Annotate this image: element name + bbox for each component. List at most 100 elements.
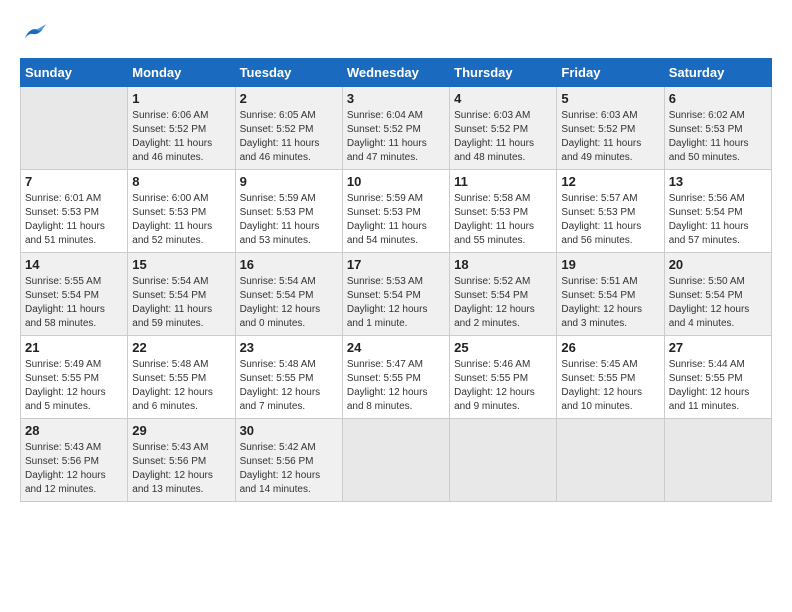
day-number: 7 — [25, 174, 123, 189]
weekday-header: Monday — [128, 59, 235, 87]
logo-icon — [20, 20, 48, 48]
day-number: 27 — [669, 340, 767, 355]
page-header — [20, 20, 772, 48]
day-info: Sunrise: 5:48 AM Sunset: 5:55 PM Dayligh… — [240, 358, 338, 414]
calendar-day-cell: 14 Sunrise: 5:55 AM Sunset: 5:54 PM Dayli… — [21, 253, 128, 336]
day-number: 12 — [561, 174, 659, 189]
day-info: Sunrise: 5:54 AM Sunset: 5:54 PM Dayligh… — [240, 275, 338, 331]
weekday-header: Friday — [557, 59, 664, 87]
day-info: Sunrise: 5:53 AM Sunset: 5:54 PM Dayligh… — [347, 275, 445, 331]
day-info: Sunrise: 5:42 AM Sunset: 5:56 PM Dayligh… — [240, 441, 338, 497]
calendar-day-cell: 24 Sunrise: 5:47 AM Sunset: 5:55 PM Dayli… — [342, 336, 449, 419]
day-number: 24 — [347, 340, 445, 355]
calendar-day-cell: 22 Sunrise: 5:48 AM Sunset: 5:55 PM Dayli… — [128, 336, 235, 419]
calendar-day-cell — [557, 419, 664, 502]
day-number: 22 — [132, 340, 230, 355]
calendar-day-cell: 30 Sunrise: 5:42 AM Sunset: 5:56 PM Dayli… — [235, 419, 342, 502]
day-info: Sunrise: 5:56 AM Sunset: 5:54 PM Dayligh… — [669, 192, 767, 248]
calendar-week-row: 1Sunrise: 6:06 AM Sunset: 5:52 PM Daylig… — [21, 87, 772, 170]
day-info: Sunrise: 5:44 AM Sunset: 5:55 PM Dayligh… — [669, 358, 767, 414]
day-info: Sunrise: 5:47 AM Sunset: 5:55 PM Dayligh… — [347, 358, 445, 414]
calendar-week-row: 7 Sunrise: 6:01 AM Sunset: 5:53 PM Daylig… — [21, 170, 772, 253]
day-info: Sunrise: 6:05 AM Sunset: 5:52 PM Dayligh… — [240, 109, 338, 165]
calendar-day-cell: 17 Sunrise: 5:53 AM Sunset: 5:54 PM Dayli… — [342, 253, 449, 336]
day-number: 9 — [240, 174, 338, 189]
calendar-day-cell: 8 Sunrise: 6:00 AM Sunset: 5:53 PM Daylig… — [128, 170, 235, 253]
day-number: 21 — [25, 340, 123, 355]
day-number: 23 — [240, 340, 338, 355]
calendar-day-cell: 21 Sunrise: 5:49 AM Sunset: 5:55 PM Dayli… — [21, 336, 128, 419]
calendar-day-cell: 1Sunrise: 6:06 AM Sunset: 5:52 PM Daylig… — [128, 87, 235, 170]
calendar-day-cell: 29 Sunrise: 5:43 AM Sunset: 5:56 PM Dayli… — [128, 419, 235, 502]
weekday-header: Saturday — [664, 59, 771, 87]
calendar-day-cell: 15 Sunrise: 5:54 AM Sunset: 5:54 PM Dayli… — [128, 253, 235, 336]
day-info: Sunrise: 6:00 AM Sunset: 5:53 PM Dayligh… — [132, 192, 230, 248]
weekday-header: Wednesday — [342, 59, 449, 87]
calendar-day-cell: 10 Sunrise: 5:59 AM Sunset: 5:53 PM Dayli… — [342, 170, 449, 253]
calendar-day-cell: 25Sunrise: 5:46 AM Sunset: 5:55 PM Dayli… — [450, 336, 557, 419]
calendar-day-cell: 12Sunrise: 5:57 AM Sunset: 5:53 PM Dayli… — [557, 170, 664, 253]
calendar-day-cell: 20 Sunrise: 5:50 AM Sunset: 5:54 PM Dayli… — [664, 253, 771, 336]
day-number: 26 — [561, 340, 659, 355]
calendar-table: SundayMondayTuesdayWednesdayThursdayFrid… — [20, 58, 772, 502]
day-info: Sunrise: 5:55 AM Sunset: 5:54 PM Dayligh… — [25, 275, 123, 331]
calendar-day-cell: 28 Sunrise: 5:43 AM Sunset: 5:56 PM Dayli… — [21, 419, 128, 502]
day-info: Sunrise: 5:43 AM Sunset: 5:56 PM Dayligh… — [132, 441, 230, 497]
day-info: Sunrise: 5:54 AM Sunset: 5:54 PM Dayligh… — [132, 275, 230, 331]
day-number: 25 — [454, 340, 552, 355]
day-number: 3 — [347, 91, 445, 106]
day-number: 20 — [669, 257, 767, 272]
calendar-day-cell: 4 Sunrise: 6:03 AM Sunset: 5:52 PM Daylig… — [450, 87, 557, 170]
day-info: Sunrise: 6:01 AM Sunset: 5:53 PM Dayligh… — [25, 192, 123, 248]
calendar-day-cell: 9 Sunrise: 5:59 AM Sunset: 5:53 PM Daylig… — [235, 170, 342, 253]
day-number: 17 — [347, 257, 445, 272]
calendar-day-cell: 18Sunrise: 5:52 AM Sunset: 5:54 PM Dayli… — [450, 253, 557, 336]
calendar-day-cell: 13Sunrise: 5:56 AM Sunset: 5:54 PM Dayli… — [664, 170, 771, 253]
day-number: 6 — [669, 91, 767, 106]
weekday-header: Thursday — [450, 59, 557, 87]
day-number: 4 — [454, 91, 552, 106]
day-info: Sunrise: 5:59 AM Sunset: 5:53 PM Dayligh… — [347, 192, 445, 248]
calendar-day-cell: 6 Sunrise: 6:02 AM Sunset: 5:53 PM Daylig… — [664, 87, 771, 170]
day-info: Sunrise: 5:58 AM Sunset: 5:53 PM Dayligh… — [454, 192, 552, 248]
day-number: 28 — [25, 423, 123, 438]
day-info: Sunrise: 5:49 AM Sunset: 5:55 PM Dayligh… — [25, 358, 123, 414]
calendar-week-row: 14 Sunrise: 5:55 AM Sunset: 5:54 PM Dayli… — [21, 253, 772, 336]
day-info: Sunrise: 6:06 AM Sunset: 5:52 PM Dayligh… — [132, 109, 230, 165]
calendar-day-cell: 11Sunrise: 5:58 AM Sunset: 5:53 PM Dayli… — [450, 170, 557, 253]
day-number: 29 — [132, 423, 230, 438]
day-number: 15 — [132, 257, 230, 272]
calendar-day-cell — [664, 419, 771, 502]
calendar-day-cell — [450, 419, 557, 502]
day-number: 30 — [240, 423, 338, 438]
calendar-day-cell — [342, 419, 449, 502]
calendar-day-cell — [21, 87, 128, 170]
calendar-week-row: 28 Sunrise: 5:43 AM Sunset: 5:56 PM Dayli… — [21, 419, 772, 502]
weekday-header: Sunday — [21, 59, 128, 87]
day-info: Sunrise: 5:48 AM Sunset: 5:55 PM Dayligh… — [132, 358, 230, 414]
weekday-header: Tuesday — [235, 59, 342, 87]
day-number: 8 — [132, 174, 230, 189]
calendar-day-cell: 23 Sunrise: 5:48 AM Sunset: 5:55 PM Dayli… — [235, 336, 342, 419]
day-number: 14 — [25, 257, 123, 272]
day-number: 19 — [561, 257, 659, 272]
day-info: Sunrise: 5:50 AM Sunset: 5:54 PM Dayligh… — [669, 275, 767, 331]
calendar-day-cell: 3Sunrise: 6:04 AM Sunset: 5:52 PM Daylig… — [342, 87, 449, 170]
logo — [20, 20, 52, 48]
calendar-day-cell: 26 Sunrise: 5:45 AM Sunset: 5:55 PM Dayli… — [557, 336, 664, 419]
day-number: 10 — [347, 174, 445, 189]
day-info: Sunrise: 5:52 AM Sunset: 5:54 PM Dayligh… — [454, 275, 552, 331]
day-info: Sunrise: 5:59 AM Sunset: 5:53 PM Dayligh… — [240, 192, 338, 248]
day-number: 16 — [240, 257, 338, 272]
day-info: Sunrise: 5:51 AM Sunset: 5:54 PM Dayligh… — [561, 275, 659, 331]
day-info: Sunrise: 6:02 AM Sunset: 5:53 PM Dayligh… — [669, 109, 767, 165]
day-info: Sunrise: 5:45 AM Sunset: 5:55 PM Dayligh… — [561, 358, 659, 414]
calendar-week-row: 21 Sunrise: 5:49 AM Sunset: 5:55 PM Dayli… — [21, 336, 772, 419]
calendar-header-row: SundayMondayTuesdayWednesdayThursdayFrid… — [21, 59, 772, 87]
calendar-day-cell: 2Sunrise: 6:05 AM Sunset: 5:52 PM Daylig… — [235, 87, 342, 170]
day-info: Sunrise: 6:03 AM Sunset: 5:52 PM Dayligh… — [454, 109, 552, 165]
calendar-day-cell: 5 Sunrise: 6:03 AM Sunset: 5:52 PM Daylig… — [557, 87, 664, 170]
day-info: Sunrise: 5:43 AM Sunset: 5:56 PM Dayligh… — [25, 441, 123, 497]
day-number: 5 — [561, 91, 659, 106]
day-info: Sunrise: 6:03 AM Sunset: 5:52 PM Dayligh… — [561, 109, 659, 165]
